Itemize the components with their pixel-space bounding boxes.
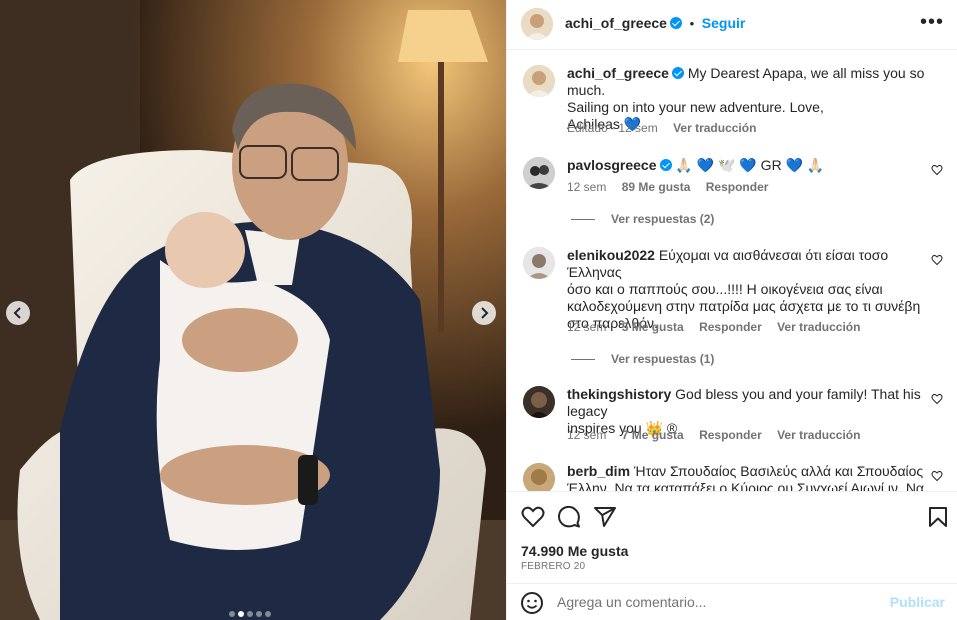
heart-icon[interactable] (931, 393, 943, 405)
post-sidebar: achi_of_greece • Seguir ••• achi_of_gree… (506, 0, 957, 620)
chevron-left-icon (13, 307, 21, 319)
reply-button[interactable]: Responder (699, 428, 762, 442)
author-username[interactable]: achi_of_greece (565, 15, 667, 31)
carousel-dot (256, 611, 262, 617)
carousel-next-button[interactable] (472, 301, 496, 325)
like-count[interactable]: 74.990 Me gusta (521, 543, 628, 559)
comment-time: 12 sem (567, 428, 607, 442)
carousel-dot (229, 611, 235, 617)
comment-username[interactable]: pavlosgreece (567, 157, 657, 173)
post-actions: 74.990 Me gusta FEBRERO 20 (507, 491, 957, 583)
caption-line: Sailing on into your new adventure. Love… (567, 99, 824, 115)
avatar-image (523, 247, 555, 279)
comment-body: καλοδεχούμενη στην πατρίδα μας άσχετα με… (567, 298, 921, 314)
translate-link[interactable]: Ver traducción (673, 121, 756, 135)
reply-button[interactable]: Responder (706, 180, 769, 194)
comment-avatar[interactable] (523, 463, 555, 491)
verified-icon (671, 67, 684, 79)
comment-input[interactable]: Agrega un comentario... (557, 594, 706, 610)
view-replies-button[interactable]: Ver respuestas (1) (571, 352, 714, 366)
translate-link[interactable]: Ver traducción (777, 428, 860, 442)
heart-icon[interactable] (521, 505, 545, 529)
comments-list[interactable]: achi_of_greece My Dearest Apapa, we all … (507, 51, 957, 491)
comment-likes[interactable]: 89 Me gusta (622, 180, 691, 194)
verified-icon (669, 17, 682, 29)
carousel-dot (265, 611, 271, 617)
comment-body: Ήταν Σπουδαίος Βασιλεύς αλλά και Σπουδαί… (633, 463, 924, 479)
follow-button[interactable]: Seguir (702, 15, 746, 31)
author-avatar[interactable] (521, 8, 553, 40)
comment-avatar[interactable] (523, 386, 555, 418)
comment-meta: 12 sem 5 Me gusta Responder Ver traducci… (567, 320, 860, 334)
carousel-dot-active (238, 611, 244, 617)
post-date: FEBRERO 20 (521, 561, 586, 572)
comment-avatar[interactable] (523, 247, 555, 279)
comment-item: thekingshistory God bless you and your f… (523, 386, 943, 446)
avatar-image (523, 463, 555, 491)
comment-username[interactable]: elenikou2022 (567, 247, 655, 263)
verified-icon (659, 159, 672, 171)
photo-scene (0, 0, 506, 620)
comment-time: 12 sem (567, 180, 607, 194)
translate-link[interactable]: Ver traducción (777, 320, 860, 334)
view-replies-button[interactable]: Ver respuestas (2) (571, 212, 714, 226)
comment-username[interactable]: berb_dim (567, 463, 630, 479)
heart-icon[interactable] (931, 164, 943, 176)
post-photo[interactable] (0, 0, 506, 620)
reply-button[interactable]: Responder (699, 320, 762, 334)
carousel-indicator (229, 611, 271, 617)
comment-item: berb_dim Ήταν Σπουδαίος Βασιλεύς αλλά κα… (523, 463, 943, 491)
carousel-dot (247, 611, 253, 617)
comment-body: Έλλην. Να τα καταπάξει ο Κύριος ου Συγχω… (567, 480, 925, 491)
comment-meta: 12 sem 7 Me gusta Responder Ver traducci… (567, 428, 860, 442)
heart-icon[interactable] (931, 470, 943, 482)
comment-text: pavlosgreece 🙏🏻 💙 🕊️ 💙 GR 💙 🙏🏻 (567, 157, 927, 174)
comment-text: berb_dim Ήταν Σπουδαίος Βασιλεύς αλλά κα… (567, 463, 927, 491)
avatar-image (521, 8, 553, 40)
caption-meta: Editado · 12 sem Ver traducción (567, 121, 756, 135)
heart-icon[interactable] (931, 254, 943, 266)
avatar-image (523, 157, 555, 189)
avatar-image (523, 65, 555, 97)
publish-button[interactable]: Publicar (890, 594, 945, 610)
comment-body: 🙏🏻 💙 🕊️ 💙 GR 💙 🙏🏻 (675, 157, 825, 173)
more-icon[interactable]: ••• (920, 12, 944, 32)
comment-icon[interactable] (557, 505, 581, 529)
comment-avatar[interactable] (523, 157, 555, 189)
post-header: achi_of_greece • Seguir ••• (507, 0, 957, 50)
comment-item: elenikou2022 Εύχομαι να αισθάνεσαι ότι ε… (523, 247, 943, 337)
caption: achi_of_greece My Dearest Apapa, we all … (523, 65, 943, 145)
share-icon[interactable] (593, 505, 617, 529)
comment-body: όσο και ο παππούς σου...!!!! Η οικογένει… (567, 281, 883, 297)
carousel-prev-button[interactable] (6, 301, 30, 325)
comment-input-bar: Agrega un comentario... Publicar (506, 583, 957, 620)
bookmark-icon[interactable] (926, 505, 950, 529)
comment-time: 12 sem (567, 320, 607, 334)
caption-username[interactable]: achi_of_greece (567, 65, 669, 81)
edited-label: Editado · 12 sem (567, 121, 658, 135)
emoji-icon[interactable] (520, 591, 544, 615)
caption-avatar[interactable] (523, 65, 555, 97)
author-line: achi_of_greece • Seguir (565, 15, 745, 31)
avatar-image (523, 386, 555, 418)
separator-dot: • (689, 16, 695, 31)
comment-username[interactable]: thekingshistory (567, 386, 671, 402)
comment-meta: 12 sem 89 Me gusta Responder (567, 180, 768, 194)
chevron-right-icon (481, 307, 489, 319)
comment-likes[interactable]: 7 Me gusta (622, 428, 684, 442)
comment-likes[interactable]: 5 Me gusta (622, 320, 684, 334)
